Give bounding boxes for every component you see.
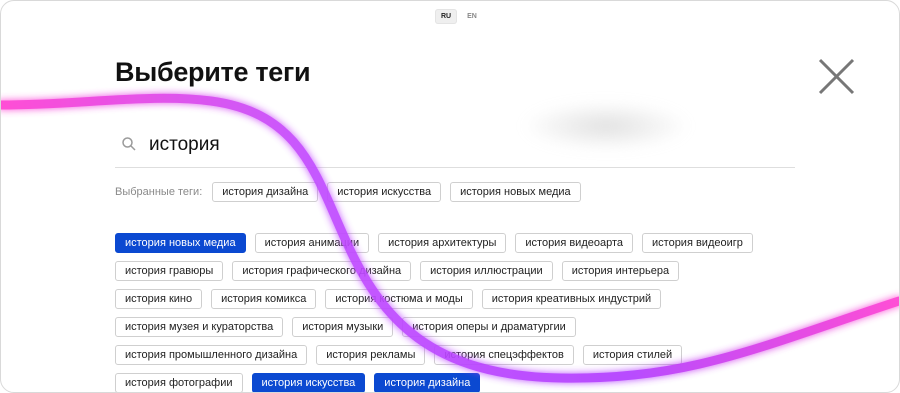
tag-option[interactable]: история спецэффектов — [434, 345, 574, 365]
tag-option[interactable]: история интерьера — [561, 261, 680, 281]
tag-option[interactable]: история музыки — [292, 317, 394, 337]
tag-option[interactable]: история рекламы — [316, 345, 426, 365]
tag-option[interactable]: история искусства — [251, 373, 366, 392]
tag-option[interactable]: история костюма и моды — [325, 289, 473, 309]
tag-option[interactable]: история архитектуры — [378, 233, 507, 253]
close-button[interactable] — [815, 56, 857, 98]
tag-option[interactable]: история комикса — [211, 289, 317, 309]
tag-option[interactable]: история видеоигр — [642, 233, 753, 253]
selected-tag[interactable]: история искусства — [327, 182, 442, 202]
tag-option[interactable]: история дизайна — [374, 373, 481, 392]
selected-tag[interactable]: история новых медиа — [450, 182, 581, 202]
selected-tags-label: Выбранные теги: — [115, 186, 203, 198]
tag-option[interactable]: история графического дизайна — [232, 261, 412, 281]
search-input[interactable] — [147, 129, 751, 161]
close-icon — [818, 58, 855, 95]
tag-option[interactable]: история промышленного дизайна — [115, 345, 308, 365]
language-switch: RU EN — [435, 9, 483, 24]
page-title: Выберите теги — [115, 57, 311, 87]
tag-results: история новых медиа история анимации истор… — [115, 233, 775, 392]
tag-option[interactable]: история фотографии — [115, 373, 243, 392]
selected-tags: Выбранные теги: история дизайна история … — [115, 182, 581, 202]
language-option-ru[interactable]: RU — [435, 9, 458, 24]
tag-option[interactable]: история кино — [115, 289, 203, 309]
search-bar — [115, 125, 795, 168]
tag-option[interactable]: история оперы и драматургии — [402, 317, 576, 337]
tag-option[interactable]: история иллюстрации — [420, 261, 553, 281]
selected-tag[interactable]: история дизайна — [212, 182, 319, 202]
tag-option[interactable]: история видеоарта — [515, 233, 634, 253]
language-option-en[interactable]: EN — [461, 9, 483, 24]
search-icon — [122, 137, 136, 151]
tag-option[interactable]: история новых медиа — [115, 233, 246, 253]
tag-option[interactable]: история музея и кураторства — [115, 317, 284, 337]
tag-option[interactable]: история стилей — [582, 345, 683, 365]
tag-option[interactable]: история креативных индустрий — [481, 289, 662, 309]
tag-option[interactable]: история анимации — [254, 233, 370, 253]
tag-option[interactable]: история гравюры — [115, 261, 224, 281]
tag-selector-modal: RU EN Выберите теги Выбранные теги: исто… — [0, 0, 900, 393]
